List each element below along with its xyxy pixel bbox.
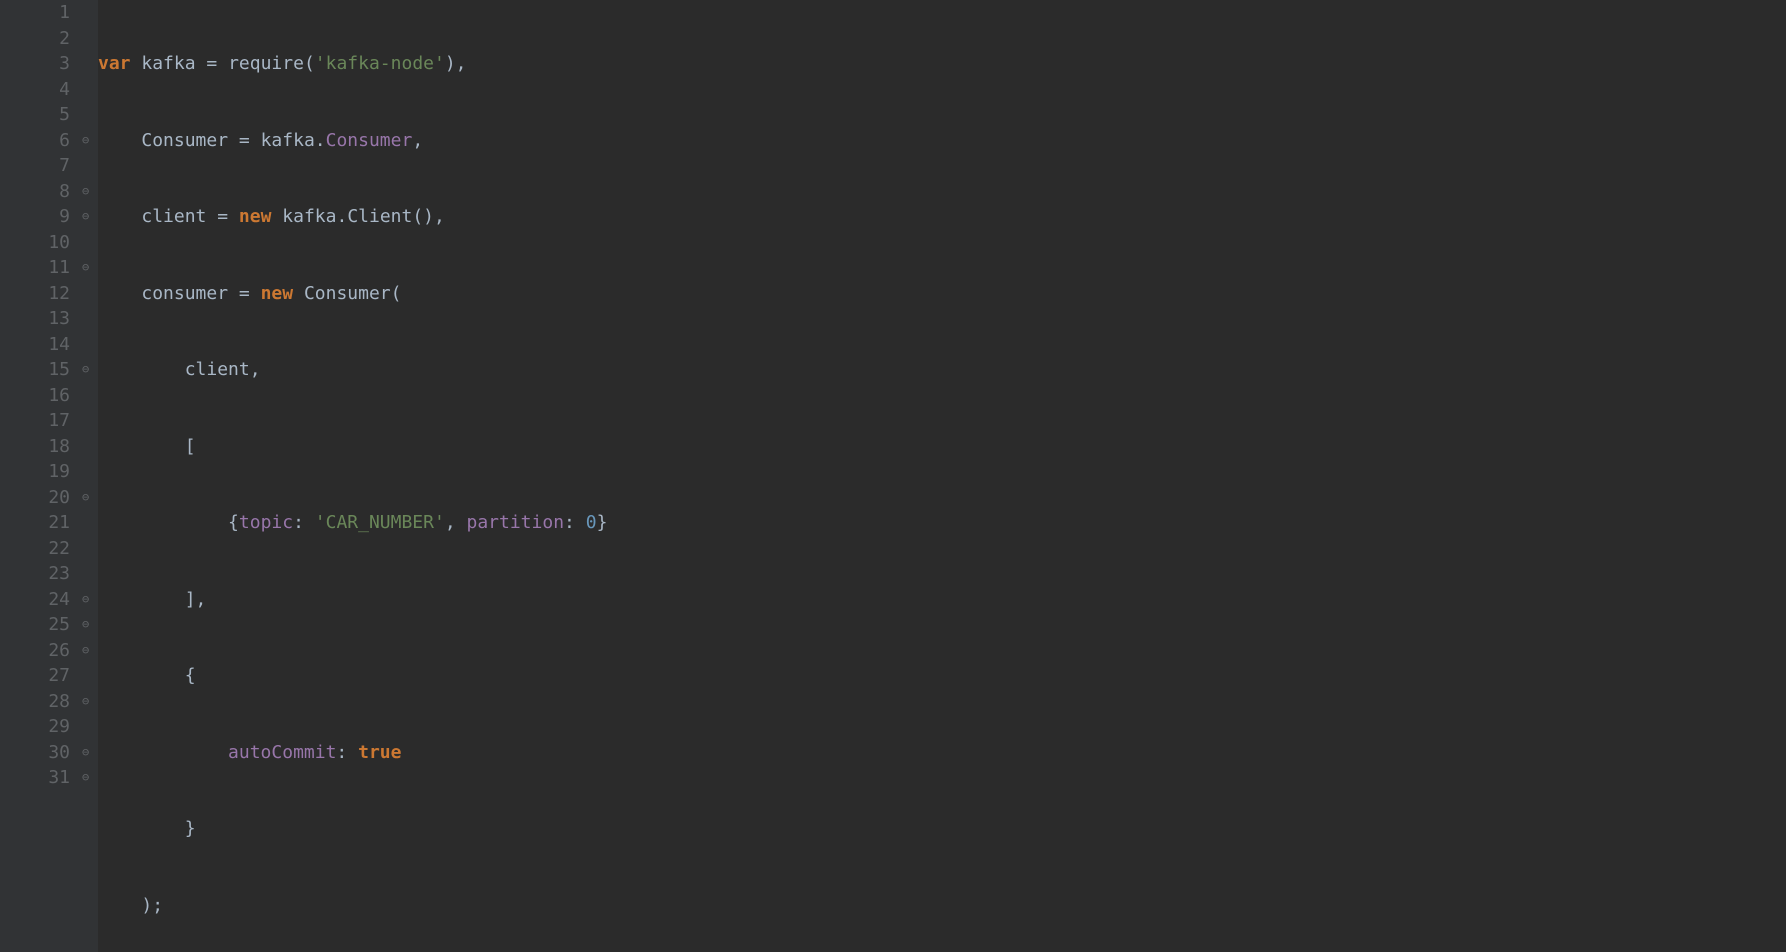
fold-toggle-icon[interactable]: ⊖ [82, 765, 89, 791]
code-line[interactable]: [ [98, 434, 1786, 460]
fold-toggle-icon[interactable]: ⊖ [82, 612, 89, 638]
line-number: 10 [0, 230, 70, 256]
code-line[interactable]: { [98, 663, 1786, 689]
code-line[interactable]: ], [98, 587, 1786, 613]
line-number: 3 [0, 51, 70, 77]
line-number: 27 [0, 663, 70, 689]
line-number: 8 [0, 179, 70, 205]
line-number: 18 [0, 434, 70, 460]
fold-toggle-icon[interactable]: ⊖ [82, 204, 89, 230]
fold-toggle-icon[interactable]: ⊖ [82, 740, 89, 766]
code-line[interactable]: } [98, 816, 1786, 842]
line-number: 4 [0, 77, 70, 103]
line-number-gutter: 1234567891011121314151617181920212223242… [0, 0, 80, 952]
line-number: 2 [0, 26, 70, 52]
code-line[interactable]: ); [98, 893, 1786, 919]
fold-toggle-icon[interactable]: ⊖ [82, 128, 89, 154]
line-number: 26 [0, 638, 70, 664]
line-number: 31 [0, 765, 70, 791]
line-number: 22 [0, 536, 70, 562]
line-number: 12 [0, 281, 70, 307]
line-number: 28 [0, 689, 70, 715]
fold-toggle-icon[interactable]: ⊖ [82, 179, 89, 205]
line-number: 15 [0, 357, 70, 383]
line-number: 20 [0, 485, 70, 511]
fold-toggle-icon[interactable]: ⊖ [82, 485, 89, 511]
line-number: 24 [0, 587, 70, 613]
fold-toggle-icon[interactable]: ⊖ [82, 357, 89, 383]
line-number: 11 [0, 255, 70, 281]
code-line[interactable]: autoCommit: true [98, 740, 1786, 766]
code-line[interactable]: consumer = new Consumer( [98, 281, 1786, 307]
fold-column[interactable]: ⊖⊖⊖⊖⊖⊖⊖⊖⊖⊖⊖⊖ [80, 0, 98, 952]
line-number: 13 [0, 306, 70, 332]
line-number: 6 [0, 128, 70, 154]
line-number: 30 [0, 740, 70, 766]
code-line[interactable]: client = new kafka.Client(), [98, 204, 1786, 230]
fold-toggle-icon[interactable]: ⊖ [82, 255, 89, 281]
code-line[interactable]: var kafka = require('kafka-node'), [98, 51, 1786, 77]
line-number: 1 [0, 0, 70, 26]
code-editor[interactable]: 1234567891011121314151617181920212223242… [0, 0, 1786, 952]
fold-toggle-icon[interactable]: ⊖ [82, 689, 89, 715]
line-number: 23 [0, 561, 70, 587]
line-number: 5 [0, 102, 70, 128]
line-number: 29 [0, 714, 70, 740]
line-number: 19 [0, 459, 70, 485]
fold-toggle-icon[interactable]: ⊖ [82, 587, 89, 613]
line-number: 7 [0, 153, 70, 179]
code-line[interactable]: Consumer = kafka.Consumer, [98, 128, 1786, 154]
line-number: 17 [0, 408, 70, 434]
line-number: 16 [0, 383, 70, 409]
line-number: 25 [0, 612, 70, 638]
code-area[interactable]: var kafka = require('kafka-node'), Consu… [98, 0, 1786, 952]
code-line[interactable]: {topic: 'CAR_NUMBER', partition: 0} [98, 510, 1786, 536]
code-line[interactable]: client, [98, 357, 1786, 383]
line-number: 9 [0, 204, 70, 230]
line-number: 14 [0, 332, 70, 358]
line-number: 21 [0, 510, 70, 536]
fold-toggle-icon[interactable]: ⊖ [82, 638, 89, 664]
